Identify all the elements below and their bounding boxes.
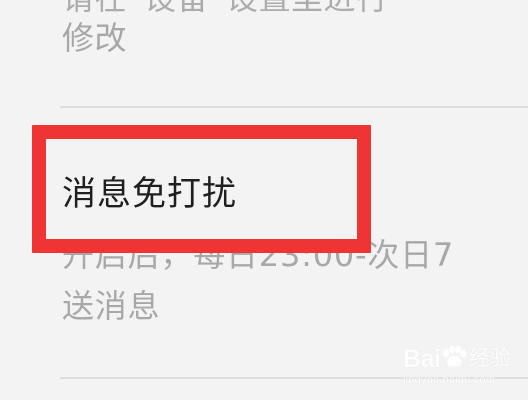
do-not-disturb-description-line: 送消息 [62,287,161,325]
do-not-disturb-description-line: 开启后，每日23:00-次日7 [62,236,455,274]
previous-setting-description-end: 修改 [62,19,128,57]
do-not-disturb-description: 开启后，每日23:00-次日7 送消息 [62,230,528,332]
previous-setting-description: 请在“设备”设置里进行 修改 [62,0,502,58]
settings-screen: 请在“设备”设置里进行 修改 消息免打扰 开启后，每日23:00-次日7 送消息… [0,0,528,400]
do-not-disturb-title: 消息免打扰 [62,174,237,214]
setting-divider [60,377,528,379]
previous-setting-description-partial: 请在“设备”设置里进行 [62,0,502,18]
